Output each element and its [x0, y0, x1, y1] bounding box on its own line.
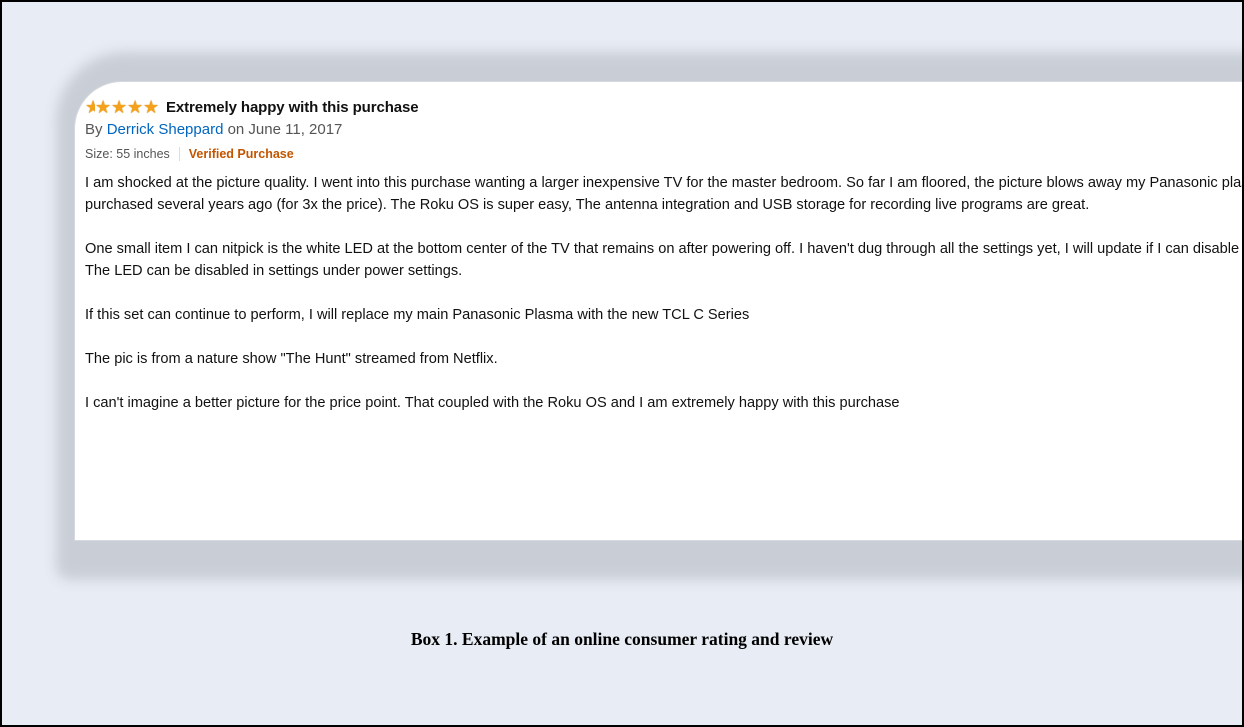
- star-icon: ★: [95, 97, 112, 117]
- review-body: I am shocked at the picture quality. I w…: [85, 172, 1244, 414]
- review-byline: By Derrick Sheppard on June 11, 2017: [85, 121, 1242, 141]
- star-icon: ★: [111, 97, 128, 117]
- star-icon: ★: [143, 97, 160, 117]
- review-paragraph: The pic is from a nature show "The Hunt"…: [85, 351, 498, 367]
- review-card: ★ ★ ★ ★ ★ Extremely happy with this purc…: [74, 81, 1244, 541]
- meta-divider: [178, 147, 180, 161]
- review: ★ ★ ★ ★ ★ Extremely happy with this purc…: [85, 96, 1244, 414]
- review-meta: Size: 55 inches Verified Purchase: [85, 146, 1242, 162]
- verified-purchase-badge: Verified Purchase: [188, 147, 294, 161]
- review-paragraph: I can't imagine a better picture for the…: [85, 395, 900, 411]
- size-label: Size: 55 inches: [85, 147, 170, 161]
- review-date: on June 11, 2017: [227, 121, 343, 138]
- review-title[interactable]: Extremely happy with this purchase: [166, 99, 419, 116]
- review-paragraph: If this set can continue to perform, I w…: [85, 307, 750, 323]
- author-link[interactable]: Derrick Sheppard: [107, 121, 224, 138]
- star-rating: ★ ★ ★ ★ ★: [85, 98, 159, 116]
- by-prefix: By: [85, 121, 103, 138]
- figure-frame: ★ ★ ★ ★ ★ Extremely happy with this purc…: [0, 0, 1244, 727]
- review-paragraph: One small item I can nitpick is the whit…: [85, 241, 1244, 279]
- star-icon: ★: [85, 98, 95, 116]
- star-icon: ★: [127, 97, 144, 117]
- review-title-row: ★ ★ ★ ★ ★ Extremely happy with this purc…: [85, 96, 1242, 118]
- figure-caption: Box 1. Example of an online consumer rat…: [410, 629, 834, 649]
- review-paragraph: I am shocked at the picture quality. I w…: [85, 175, 1244, 213]
